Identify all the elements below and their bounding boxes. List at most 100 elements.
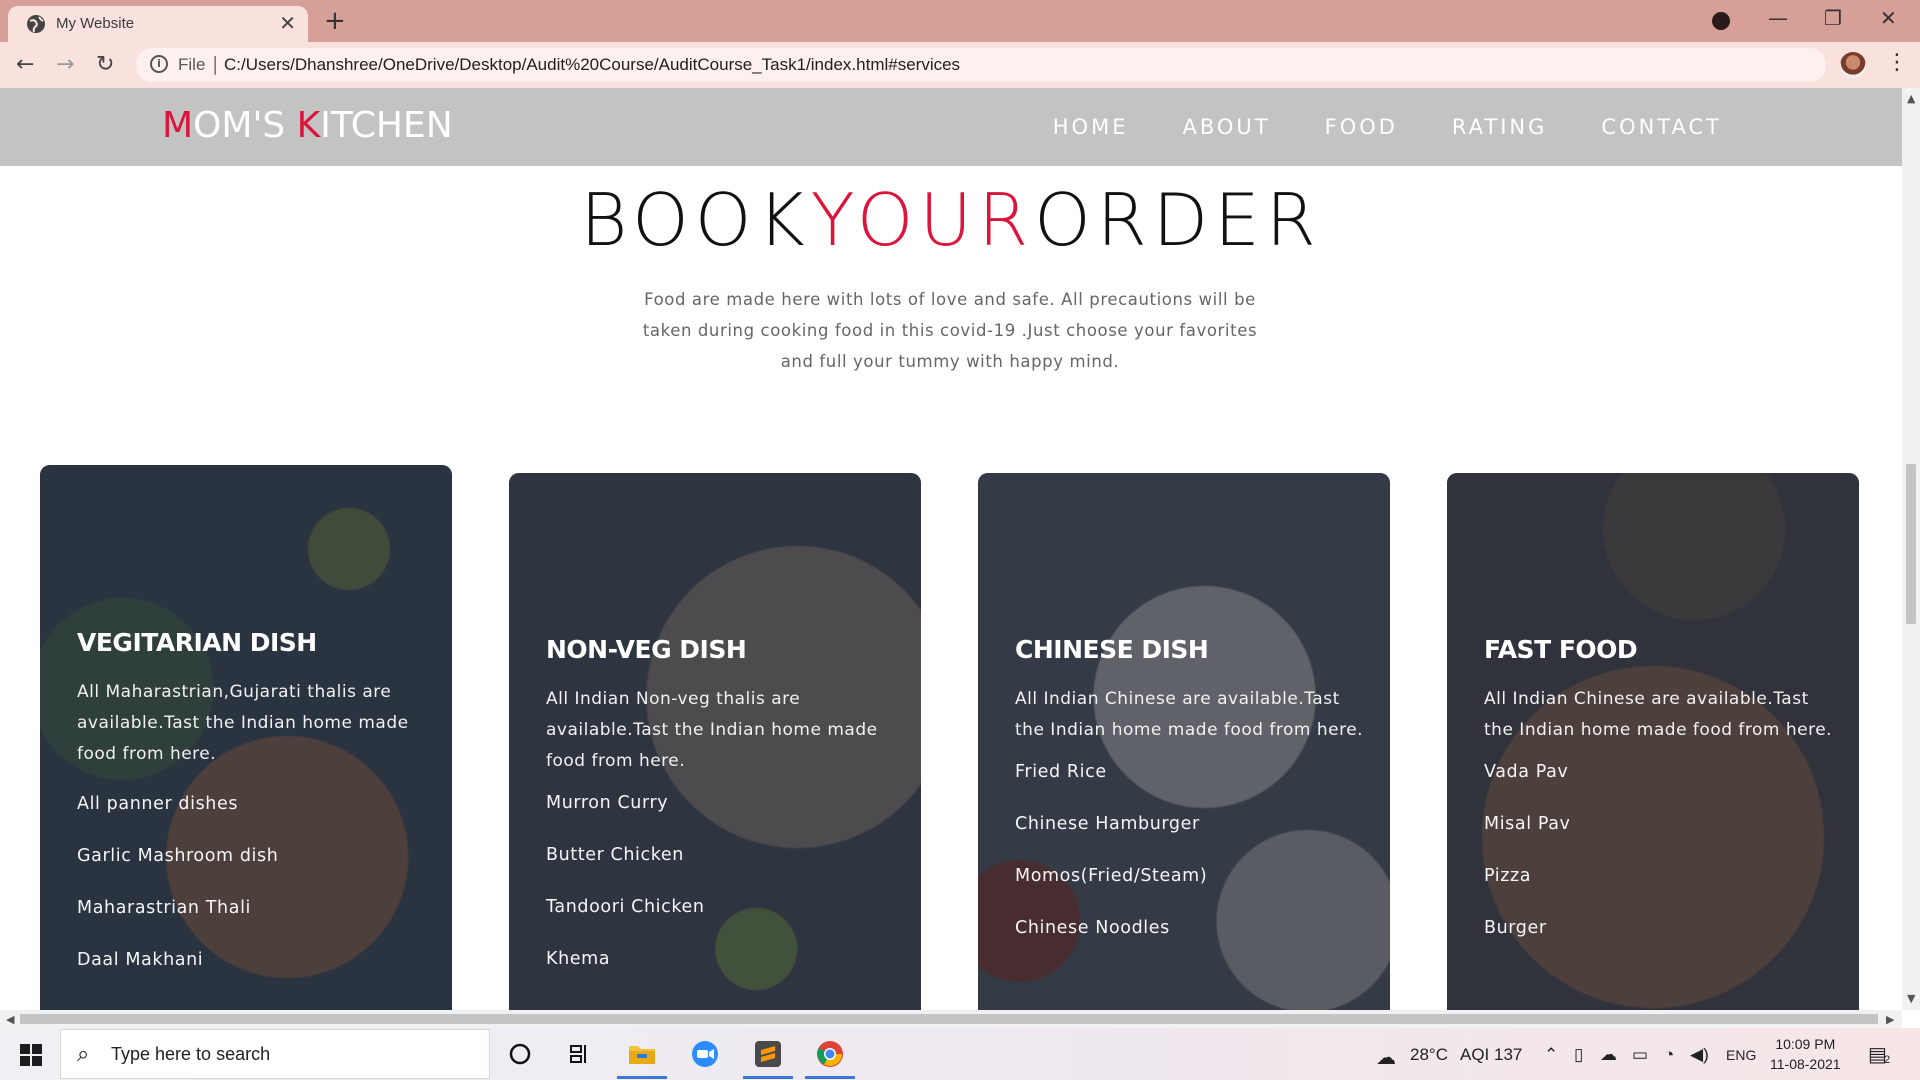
system-clock[interactable]: 10:09 PM 11-08-2021 (1770, 1034, 1841, 1074)
card-menu-list: Fried Rice Chinese Hamburger Momos(Fried… (1015, 746, 1366, 954)
close-tab-icon[interactable]: ✕ (279, 12, 296, 34)
card-menu-list: Vada Pav Misal Pav Pizza Burger (1484, 746, 1835, 954)
menu-item: Khema (546, 949, 611, 969)
nav-home[interactable]: HOME (1053, 115, 1129, 139)
menu-item: Misal Pav (1484, 814, 1571, 834)
minimize-icon[interactable]: — (1768, 6, 1788, 30)
card-description: All Maharastrian,Gujarati thalis are ava… (77, 682, 409, 764)
temperature-text[interactable]: 28°C (1410, 1045, 1448, 1065)
new-tab-plus-icon[interactable]: + (324, 6, 346, 36)
forward-arrow-icon[interactable]: → (56, 52, 74, 78)
active-app-indicator (805, 1076, 855, 1079)
card-menu-list: Murron Curry Butter Chicken Tandoori Chi… (546, 777, 897, 985)
cortana-icon[interactable] (504, 1038, 536, 1070)
page-viewport: MOM'S KITCHEN HOME ABOUT FOOD RATING CON… (0, 88, 1902, 1010)
active-app-indicator (617, 1076, 667, 1079)
logo-letter-m: M (162, 105, 194, 146)
card-description: All Indian Chinese are available.Tast th… (1015, 689, 1364, 740)
card-content: VEGITARIAN DISH All Maharastrian,Gujarat… (77, 628, 428, 986)
battery-icon[interactable]: ▭ (1632, 1045, 1648, 1065)
info-icon[interactable]: i (150, 55, 168, 73)
device-icon[interactable]: ▯ (1574, 1045, 1583, 1065)
food-card-chinese[interactable]: CHINESE DISH All Indian Chinese are avai… (978, 473, 1390, 1010)
food-card-vegetarian[interactable]: VEGITARIAN DISH All Maharastrian,Gujarat… (40, 465, 452, 1010)
site-logo[interactable]: MOM'S KITCHEN (162, 105, 453, 146)
tab-title: My Website (56, 15, 135, 32)
horizontal-scroll-thumb[interactable] (20, 1014, 1878, 1024)
card-title: VEGITARIAN DISH (77, 628, 317, 657)
vertical-scrollbar[interactable]: ▲ ▼ (1902, 88, 1920, 1010)
menu-item: Pizza (1484, 866, 1532, 886)
vertical-scroll-thumb[interactable] (1906, 464, 1916, 624)
menu-item: Tandoori Chicken (546, 897, 705, 917)
search-icon: ⌕ (77, 1042, 90, 1067)
windows-taskbar: ⌕ Type here to search ☁ 28°C AQI 137 ⌃ ▯… (0, 1028, 1920, 1080)
active-app-indicator (743, 1076, 793, 1079)
zoom-icon[interactable] (689, 1038, 721, 1070)
menu-item: Vada Pav (1484, 762, 1569, 782)
browser-tab[interactable]: My Website ✕ (8, 6, 308, 42)
site-header: MOM'S KITCHEN HOME ABOUT FOOD RATING CON… (0, 88, 1902, 166)
menu-item: Daal Makhani (77, 950, 204, 970)
card-content: NON-VEG DISH All Indian Non-veg thalis a… (546, 635, 897, 985)
browser-titlebar: My Website ✕ + — ❐ ✕ (0, 0, 1920, 42)
menu-item: Burger (1484, 918, 1547, 938)
food-card-fastfood[interactable]: FAST FOOD All Indian Chinese are availab… (1447, 473, 1859, 1010)
back-arrow-icon[interactable]: ← (16, 52, 34, 78)
logo-letter-k: K (296, 105, 321, 146)
site-nav: HOME ABOUT FOOD RATING CONTACT (1053, 115, 1722, 139)
language-indicator[interactable]: ENG (1726, 1047, 1756, 1063)
chrome-icon[interactable] (814, 1038, 846, 1070)
card-menu-list: All panner dishes Garlic Mashroom dish M… (77, 778, 428, 986)
more-menu-icon[interactable]: ⋮ (1886, 50, 1908, 75)
task-view-icon[interactable] (564, 1038, 596, 1070)
nav-about[interactable]: ABOUT (1182, 115, 1270, 139)
clock-date: 11-08-2021 (1770, 1056, 1841, 1072)
title-your: YOUR (810, 178, 1035, 262)
scroll-up-icon[interactable]: ▲ (1907, 92, 1915, 105)
taskbar-search-box[interactable]: ⌕ Type here to search (60, 1029, 490, 1079)
wifi-icon[interactable]: ◔ (1664, 1045, 1674, 1065)
logo-text-1: OM'S (193, 105, 297, 146)
sublime-text-icon[interactable] (752, 1038, 784, 1070)
menu-item: Maharastrian Thali (77, 898, 251, 918)
weather-icon[interactable]: ☁ (1376, 1045, 1396, 1070)
reload-icon[interactable]: ↻ (96, 52, 114, 78)
onedrive-cloud-icon[interactable]: ☁ (1600, 1045, 1617, 1065)
card-content: FAST FOOD All Indian Chinese are availab… (1484, 635, 1835, 954)
title-order: ORDER (1034, 178, 1322, 262)
nav-contact[interactable]: CONTACT (1601, 115, 1722, 139)
search-placeholder: Type here to search (111, 1044, 271, 1064)
scroll-right-icon[interactable]: ▶ (1886, 1013, 1894, 1026)
clock-time: 10:09 PM (1775, 1036, 1836, 1052)
food-card-nonveg[interactable]: NON-VEG DISH All Indian Non-veg thalis a… (509, 473, 921, 1010)
menu-item: Butter Chicken (546, 845, 684, 865)
menu-item: Garlic Mashroom dish (77, 846, 279, 866)
section-title: BOOKYOURORDER (0, 178, 1902, 262)
profile-dot-icon[interactable] (1712, 12, 1730, 30)
windows-start-icon[interactable] (20, 1044, 42, 1066)
url-scheme-label: File (178, 55, 206, 74)
menu-item: Chinese Hamburger (1015, 814, 1200, 834)
card-title: FAST FOOD (1484, 635, 1638, 664)
url-text[interactable]: C:/Users/Dhanshree/OneDrive/Desktop/Audi… (224, 55, 960, 75)
card-title: CHINESE DISH (1015, 635, 1209, 664)
nav-food[interactable]: FOOD (1325, 115, 1398, 139)
globe-icon (27, 15, 45, 33)
restore-icon[interactable]: ❐ (1824, 6, 1842, 30)
avatar[interactable] (1840, 52, 1866, 78)
scroll-down-icon[interactable]: ▼ (1907, 992, 1915, 1005)
aqi-text[interactable]: AQI 137 (1460, 1045, 1522, 1065)
volume-icon[interactable]: ◀) (1690, 1045, 1709, 1065)
menu-item: Chinese Noodles (1015, 918, 1170, 938)
scroll-left-icon[interactable]: ◀ (6, 1013, 14, 1026)
horizontal-scrollbar[interactable]: ◀ ▶ (0, 1010, 1902, 1028)
menu-item: Murron Curry (546, 793, 669, 813)
menu-item: All panner dishes (77, 794, 239, 814)
chevron-up-icon[interactable]: ⌃ (1544, 1045, 1558, 1065)
nav-rating[interactable]: RATING (1452, 115, 1547, 139)
menu-item: Momos(Fried/Steam) (1015, 866, 1208, 886)
address-bar[interactable]: i File | C:/Users/Dhanshree/OneDrive/Des… (136, 48, 1826, 82)
close-window-icon[interactable]: ✕ (1880, 6, 1897, 30)
file-explorer-icon[interactable] (626, 1038, 658, 1070)
